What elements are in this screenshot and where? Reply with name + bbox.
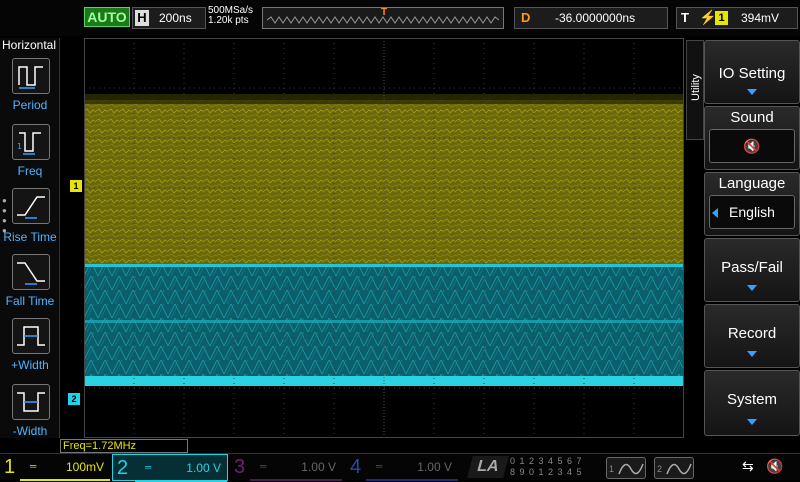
utility-menu: Utility IO Setting Sound 🔇 Language Engl… xyxy=(686,38,800,438)
pass-fail-label: Pass/Fail xyxy=(721,259,783,276)
pos-width-measure-button[interactable] xyxy=(12,318,50,354)
memory-overview[interactable]: T xyxy=(262,7,504,29)
pass-fail-button[interactable]: Pass/Fail xyxy=(704,238,800,302)
speaker-muted-icon[interactable]: 🔇 xyxy=(766,458,783,475)
channel-status-bar: 1 ═ 100mV 2 ═ 1.00 V 3 ═ 1.00 V 4 ═ 1.00… xyxy=(0,453,800,482)
freq-label: Freq xyxy=(17,164,43,178)
decode2-number: 2 xyxy=(657,464,663,474)
sound-label: Sound xyxy=(730,109,774,126)
system-button[interactable]: System xyxy=(704,370,800,436)
rise-time-measure-button[interactable] xyxy=(12,188,50,224)
neg-width-label: -Width xyxy=(12,424,48,438)
freq-measure-button[interactable]: 1 xyxy=(12,124,50,160)
logic-analyzer-button[interactable]: LA xyxy=(467,456,509,478)
trigger-label: T xyxy=(681,10,689,25)
memory-trigger-marker: T xyxy=(381,7,388,18)
pos-width-label: +Width xyxy=(11,358,49,372)
decode1-number: 1 xyxy=(609,464,615,474)
negative-width-icon xyxy=(17,392,45,412)
logic-channels-indicator: 0 1 2 3 4 5 6 7 8 9 0 1 2 3 4 5 xyxy=(510,456,583,478)
ch4-status[interactable]: 4 ═ 1.00 V xyxy=(346,454,462,481)
usb-icon: ⇆ xyxy=(742,458,754,474)
chevron-down-icon xyxy=(747,351,757,357)
io-setting-label: IO Setting xyxy=(718,65,786,82)
neg-width-measure-button[interactable] xyxy=(12,384,50,420)
rising-edge-icon: ⚡ xyxy=(699,9,717,25)
ch1-status[interactable]: 1 ═ 100mV xyxy=(0,454,112,481)
decode1-button[interactable]: 1 xyxy=(606,457,646,479)
record-label: Record xyxy=(727,325,777,342)
ch3-status[interactable]: 3 ═ 1.00 V xyxy=(230,454,346,481)
top-status-bar: AUTO H 200ns 500MSa/s 1.20k pts T D -36.… xyxy=(0,0,800,36)
timebase-value: 200ns xyxy=(159,11,192,25)
acquisition-info: 500MSa/s 1.20k pts xyxy=(208,6,253,26)
ch2-scale: 1.00 V xyxy=(135,455,227,482)
period-icon xyxy=(18,66,43,89)
delay-label: D xyxy=(521,10,531,25)
waveform-display[interactable] xyxy=(84,38,684,438)
speaker-muted-icon: 🔇 xyxy=(743,138,761,154)
memory-depth: 1.20k pts xyxy=(208,15,249,26)
period-measure-button[interactable] xyxy=(12,58,50,94)
ch3-scale: 1.00 V xyxy=(250,454,342,481)
sound-button[interactable]: Sound 🔇 xyxy=(704,106,800,170)
frequency-measurement: Freq=1.72MHz xyxy=(60,439,188,453)
system-label: System xyxy=(726,391,777,408)
ch2-offset-marker[interactable]: 2 xyxy=(68,393,80,405)
fall-time-icon xyxy=(17,262,45,285)
period-label: Period xyxy=(12,98,48,112)
fall-time-measure-button[interactable] xyxy=(12,254,50,290)
ch3-number: 3 xyxy=(234,456,246,478)
utility-tab[interactable]: Utility xyxy=(686,40,704,140)
frequency-icon: 1 xyxy=(17,132,41,155)
horizontal-label: H xyxy=(135,10,149,26)
panel-page-indicator: ● ● ● ● xyxy=(2,196,7,235)
ch2-number: 2 xyxy=(117,457,129,479)
run-state-button[interactable]: AUTO xyxy=(84,7,130,27)
delay-box[interactable]: D -36.0000000ns xyxy=(514,7,668,29)
la-row-low: 0 1 2 3 4 5 6 7 xyxy=(510,456,583,466)
la-row-high: 8 9 0 1 2 3 4 5 xyxy=(510,467,583,477)
language-button[interactable]: Language English xyxy=(704,172,800,236)
chevron-down-icon xyxy=(747,89,757,95)
rise-time-label: Rise Time xyxy=(3,230,57,244)
record-button[interactable]: Record xyxy=(704,304,800,368)
sine-wave-icon xyxy=(666,463,692,475)
ch1-scale: 100mV xyxy=(20,454,110,481)
trigger-box[interactable]: T ⚡ 1 394mV xyxy=(676,7,798,29)
sound-value-box: 🔇 xyxy=(709,129,795,163)
chevron-down-icon xyxy=(747,419,757,425)
positive-width-icon xyxy=(17,326,45,346)
chevron-down-icon xyxy=(747,285,757,291)
delay-value: -36.0000000ns xyxy=(555,11,636,25)
ch2-status[interactable]: 2 ═ 1.00 V xyxy=(112,454,228,482)
measure-panel: Horizontal Period 1 Freq Rise Time ● ● ● ● … xyxy=(0,38,60,438)
svg-text:1: 1 xyxy=(17,142,22,151)
utility-tab-label: Utility xyxy=(690,74,702,101)
trigger-level: 394mV xyxy=(741,11,780,25)
ch4-number: 4 xyxy=(350,456,362,478)
rise-time-icon xyxy=(17,196,45,219)
io-setting-button[interactable]: IO Setting xyxy=(704,40,800,104)
decode2-button[interactable]: 2 xyxy=(654,457,694,479)
language-value-box: English xyxy=(709,195,795,229)
ch4-scale: 1.00 V xyxy=(366,454,458,481)
sine-wave-icon xyxy=(618,463,644,475)
language-value: English xyxy=(729,204,775,220)
trigger-source: 1 xyxy=(715,11,728,25)
fall-time-label: Fall Time xyxy=(5,294,55,308)
ch1-number: 1 xyxy=(4,456,16,478)
timebase-box[interactable]: H 200ns xyxy=(132,7,206,29)
measure-category-title: Horizontal xyxy=(2,38,57,52)
waveform-grid xyxy=(84,38,684,438)
language-label: Language xyxy=(718,175,786,192)
ch1-offset-marker[interactable]: 1 xyxy=(70,180,82,192)
